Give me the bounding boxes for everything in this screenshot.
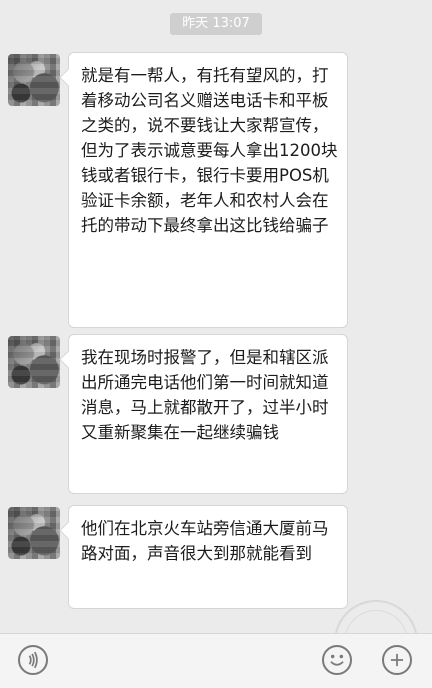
emoji-button[interactable]	[322, 645, 352, 675]
voice-icon	[28, 651, 38, 669]
message-bubble[interactable]: 他们在北京火车站旁信通大厦前马路对面，声音很大到那就能看到	[68, 505, 348, 609]
chat-input-bar	[0, 633, 432, 688]
chat-timestamp: 昨天 13:07	[170, 13, 262, 35]
chat-message: 他们在北京火车站旁信通大厦前马路对面，声音很大到那就能看到	[6, 505, 426, 609]
avatar[interactable]	[8, 507, 60, 559]
message-text: 我在现场时报警了，但是和辖区派出所通完电话他们第一时间就知道消息，马上就都散开了…	[81, 348, 329, 442]
message-text: 他们在北京火车站旁信通大厦前马路对面，声音很大到那就能看到	[81, 519, 329, 563]
chat-message: 就是有一帮人，有托有望风的，打着移动公司名义赠送电话卡和平板之类的，说不要钱让大…	[6, 52, 426, 328]
plus-button[interactable]	[382, 645, 412, 675]
chat-message: 我在现场时报警了，但是和辖区派出所通完电话他们第一时间就知道消息，马上就都散开了…	[6, 334, 426, 494]
message-bubble[interactable]: 我在现场时报警了，但是和辖区派出所通完电话他们第一时间就知道消息，马上就都散开了…	[68, 334, 348, 494]
avatar[interactable]	[8, 336, 60, 388]
plus-icon	[390, 653, 404, 667]
emoji-icon	[330, 654, 344, 666]
voice-button[interactable]	[18, 645, 48, 675]
message-bubble[interactable]: 就是有一帮人，有托有望风的，打着移动公司名义赠送电话卡和平板之类的，说不要钱让大…	[68, 52, 348, 328]
avatar[interactable]	[8, 54, 60, 106]
message-text: 就是有一帮人，有托有望风的，打着移动公司名义赠送电话卡和平板之类的，说不要钱让大…	[81, 66, 338, 235]
